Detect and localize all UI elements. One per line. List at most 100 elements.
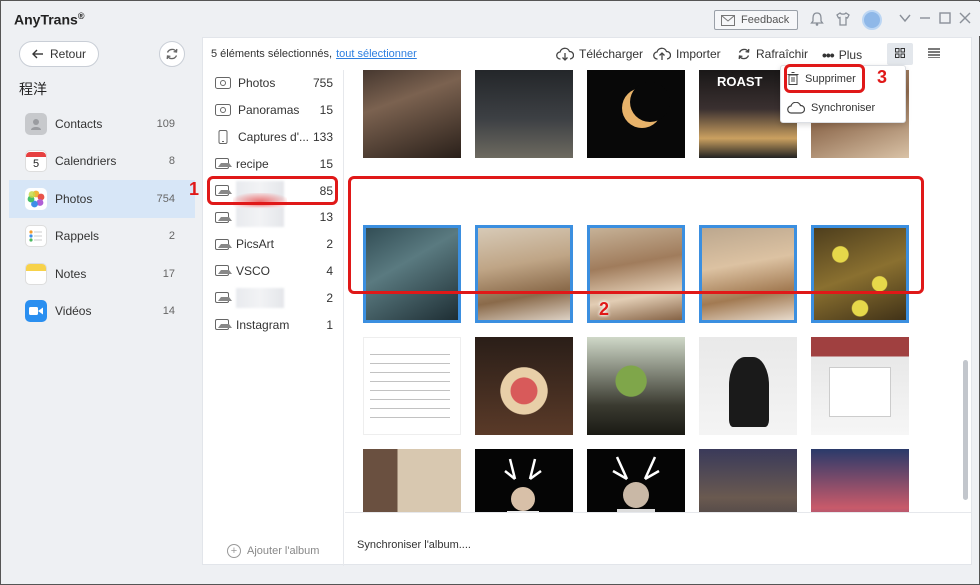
- album-count: 4: [326, 263, 333, 278]
- sidebar-item-label: Contacts: [55, 116, 103, 131]
- album-item-hidden[interactable]: 13: [203, 204, 343, 231]
- photo-thumbnail[interactable]: [587, 449, 685, 512]
- refresh-button[interactable]: Rafraîchir: [737, 47, 808, 61]
- sidebar-item-label: Notes: [55, 266, 87, 281]
- annotation-box-delete: [784, 64, 865, 93]
- sidebar-item-calendars[interactable]: 5 Calendriers 8: [9, 143, 195, 181]
- album-count: 2: [326, 290, 333, 305]
- photo-thumbnail[interactable]: [363, 70, 461, 158]
- sidebar-item-notes[interactable]: Notes 17: [9, 255, 195, 293]
- album-item-instagram[interactable]: Instagram 1: [203, 311, 343, 338]
- photo-thumbnail[interactable]: [475, 70, 573, 158]
- panorama-icon: [215, 104, 231, 117]
- list-view-button[interactable]: [921, 43, 947, 65]
- shirt-icon[interactable]: [834, 11, 852, 29]
- album-count: 13: [319, 210, 333, 225]
- album-label: PicsArt: [236, 237, 275, 252]
- sidebar-item-label: Rappels: [55, 229, 100, 244]
- album-label: Panoramas: [238, 103, 300, 118]
- sidebar-item-videos[interactable]: Vidéos 14: [9, 293, 195, 331]
- import-button[interactable]: Importer: [653, 47, 721, 61]
- sidebar-item-reminders[interactable]: Rappels 2: [9, 218, 195, 256]
- sidebar-item-label: Vidéos: [55, 304, 92, 319]
- photo-thumbnail[interactable]: [363, 449, 461, 512]
- feedback-label: Feedback: [741, 14, 790, 26]
- album-item-screenshots[interactable]: Captures d'... 133: [203, 124, 343, 151]
- bell-icon[interactable]: [808, 11, 826, 29]
- sync-album-status: Synchroniser l'album....: [357, 539, 471, 551]
- feedback-button[interactable]: Feedback: [714, 10, 798, 30]
- annotation-number-1: 1: [189, 179, 200, 199]
- grid-view-button[interactable]: [887, 43, 913, 65]
- cloud-upload-icon: [653, 47, 671, 60]
- moon-image: [622, 82, 670, 128]
- photo-thumbnail[interactable]: [699, 337, 797, 435]
- annotation-number-2: 2: [599, 299, 610, 319]
- photos-icon: [25, 187, 47, 210]
- minimize-icon[interactable]: [916, 11, 934, 29]
- sidebar-item-label: Calendriers: [55, 154, 117, 169]
- figure-shape: [729, 357, 769, 427]
- maximize-icon[interactable]: [936, 11, 954, 29]
- album-count: 133: [312, 129, 333, 144]
- more-button[interactable]: ••• Plus: [822, 47, 862, 63]
- album-icon: [215, 292, 232, 304]
- cloud-sync-icon: [787, 102, 805, 114]
- scrollbar[interactable]: [963, 70, 969, 512]
- photo-thumbnail[interactable]: [475, 337, 573, 435]
- album-item-panoramas[interactable]: Panoramas 15: [203, 97, 343, 124]
- album-item-picsart[interactable]: PicsArt 2: [203, 231, 343, 258]
- photo-thumbnail[interactable]: [475, 449, 573, 512]
- back-button[interactable]: Retour: [19, 41, 99, 67]
- selection-status: 5 éléments sélectionnés, tout sélectionne…: [211, 48, 417, 60]
- menu-item-sync[interactable]: Synchroniser: [787, 102, 875, 114]
- import-label: Importer: [676, 47, 721, 61]
- album-label: Instagram: [236, 317, 290, 332]
- album-item-vsco[interactable]: VSCO 4: [203, 258, 343, 285]
- photo-thumbnail[interactable]: [811, 337, 909, 435]
- blurred-album-label: [236, 207, 284, 228]
- select-all-link[interactable]: tout sélectionner: [336, 48, 417, 60]
- album-icon: [215, 319, 232, 331]
- contacts-icon: [25, 112, 47, 135]
- album-count: 15: [319, 103, 333, 118]
- selection-count: 5 éléments sélectionnés,: [211, 48, 333, 60]
- sidebar-item-contacts[interactable]: Contacts 109: [9, 105, 195, 143]
- plus-icon: +: [227, 544, 241, 558]
- avatar[interactable]: [862, 10, 882, 30]
- photo-thumbnail[interactable]: [587, 337, 685, 435]
- album-icon: [215, 211, 232, 223]
- album-item-blurred[interactable]: 2: [203, 284, 343, 311]
- sidebar-item-photos[interactable]: Photos 754: [9, 180, 195, 218]
- photo-thumbnail[interactable]: [363, 337, 461, 435]
- app-name: AnyTrans: [14, 11, 78, 28]
- text-screenshot-lines: [370, 354, 450, 424]
- download-button[interactable]: Télécharger: [556, 47, 643, 61]
- photo-thumbnail[interactable]: [587, 70, 685, 158]
- calendar-day: 5: [32, 157, 40, 170]
- chevron-down-icon[interactable]: [896, 11, 914, 29]
- arrow-left-icon: [31, 49, 43, 59]
- refresh-device-button[interactable]: [159, 41, 185, 67]
- photo-thumbnail[interactable]: [699, 449, 797, 512]
- cloud-download-icon: [556, 47, 574, 61]
- add-album-label: Ajouter l'album: [247, 545, 320, 557]
- album-item-recipe[interactable]: recipe 15: [203, 150, 343, 177]
- album-label: Photos: [238, 76, 276, 91]
- device-name: 程洋: [19, 81, 47, 97]
- album-label: recipe: [236, 156, 269, 171]
- sidebar-item-count: 754: [156, 192, 175, 205]
- add-album-button[interactable]: + Ajouter l'album: [227, 544, 319, 558]
- photo-thumbnail[interactable]: [811, 449, 909, 512]
- album-icon: [215, 238, 232, 250]
- album-item-photos[interactable]: Photos 755: [203, 70, 343, 97]
- poster-text: ROAST: [717, 74, 763, 89]
- videos-icon: [25, 300, 47, 323]
- album-count: 1: [326, 317, 333, 332]
- mail-icon: [721, 14, 735, 26]
- blurred-album-label: [236, 287, 284, 308]
- registered-mark: ®: [77, 11, 85, 21]
- close-icon[interactable]: [956, 11, 974, 29]
- scroll-thumb[interactable]: [963, 360, 968, 500]
- refresh-icon: [166, 48, 178, 60]
